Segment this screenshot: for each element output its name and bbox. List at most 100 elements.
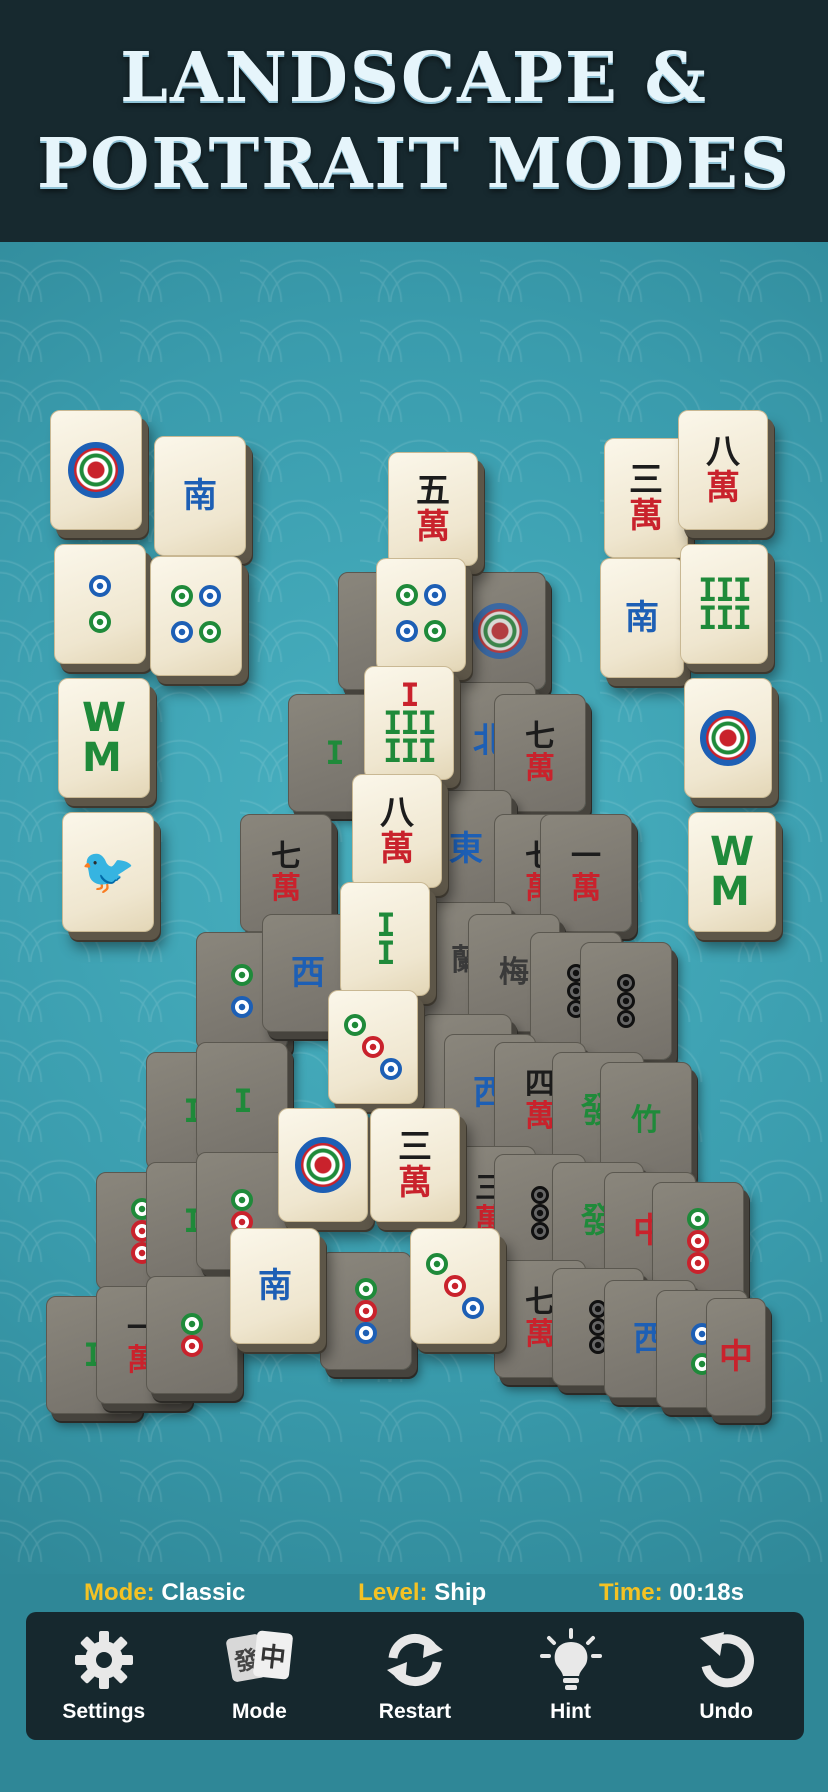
tile-glyph-top: 七: [271, 839, 301, 874]
tile-glyph-bottom: 萬: [416, 507, 450, 547]
tile-free[interactable]: [376, 558, 466, 672]
tile-glyph: I: [376, 934, 395, 972]
circle-icon: [687, 1230, 709, 1252]
tile-glyph-wm: WM: [709, 829, 755, 915]
tile-glyph: 竹: [631, 1103, 661, 1138]
tile-blocked[interactable]: [320, 1252, 412, 1370]
tile-free[interactable]: 八萬: [352, 774, 442, 888]
restart-button[interactable]: Restart: [345, 1612, 485, 1740]
bird-icon: 🐦: [80, 846, 136, 897]
settings-button[interactable]: Settings: [34, 1612, 174, 1740]
tile-free[interactable]: 南: [154, 436, 246, 556]
tile-glyph-top: 四: [525, 1067, 555, 1102]
circle-icon: [231, 996, 253, 1018]
tile-free[interactable]: 南: [600, 558, 684, 678]
tile-glyph-bottom: 萬: [271, 871, 301, 906]
game-board: I I 北 七萬 七萬 東 七萬 一萬 西 蘭 梅 I I 六萬 西 四萬 發 …: [0, 242, 828, 1582]
tile-blocked[interactable]: [146, 1276, 238, 1394]
tile-glyph-bottom: 萬: [629, 496, 663, 536]
four-circles-icon: [171, 585, 221, 647]
tile-free[interactable]: 🐦: [62, 812, 154, 932]
circle-icon: [396, 620, 419, 642]
tile-glyph-top: 一: [571, 839, 601, 874]
circle-icon: [444, 1275, 466, 1297]
circle-icon: [531, 1186, 549, 1204]
mode-label: Mode: [231, 1700, 287, 1723]
circle-icon: [362, 1036, 384, 1058]
tile-free[interactable]: [150, 556, 242, 676]
tile-free[interactable]: [684, 678, 772, 798]
tile-free[interactable]: [50, 410, 142, 530]
tile-glyph: 南: [258, 1266, 292, 1306]
tile-glyph: III: [698, 599, 752, 637]
circle-icon: [171, 585, 194, 607]
tile-free[interactable]: III III: [680, 544, 768, 664]
undo-button[interactable]: Undo: [656, 1612, 796, 1740]
tile-free[interactable]: 三萬: [370, 1108, 460, 1222]
tile-glyph-bottom: 萬: [571, 871, 601, 906]
circle-icon: [617, 1010, 635, 1028]
tile-blocked[interactable]: [580, 942, 672, 1060]
tile-glyph-top: 五: [416, 471, 450, 511]
tile-blocked[interactable]: [454, 572, 546, 690]
circle-icon: [687, 1208, 709, 1230]
tile-glyph-bottom: 萬: [398, 1163, 432, 1203]
mode-button[interactable]: 發 中 Mode: [189, 1612, 329, 1740]
tile-blocked[interactable]: 中: [706, 1298, 766, 1416]
circle-icon: [231, 1189, 253, 1211]
tile-glyph-bottom: 萬: [706, 468, 740, 508]
circle-icon: [198, 621, 221, 643]
tile-glyph-top: 三: [629, 460, 663, 500]
tile-glyph-bottom: 萬: [525, 1317, 555, 1352]
tile-glyph-wm: WM: [81, 695, 127, 781]
tile-free[interactable]: 八萬: [678, 410, 768, 530]
tile-free[interactable]: I III III: [364, 666, 454, 780]
tile-free[interactable]: 南: [230, 1228, 320, 1344]
undo-icon: [694, 1628, 758, 1692]
circle-icon: [171, 621, 194, 643]
one-circle-icon: [472, 603, 528, 659]
tile-free[interactable]: 三萬: [604, 438, 688, 558]
tile-free[interactable]: [278, 1108, 368, 1222]
circle-icon: [396, 584, 419, 606]
tile-glyph: 中: [719, 1337, 753, 1377]
circle-icon: [531, 1204, 549, 1222]
tile-glyph-bottom: 萬: [380, 829, 414, 869]
tile-free[interactable]: 五萬: [388, 452, 478, 566]
banner-title-line-1: LANDSCAPE &: [120, 38, 708, 118]
mode-label: Mode:: [84, 1579, 155, 1606]
restart-label: Restart: [378, 1700, 452, 1723]
undo-label: Undo: [699, 1700, 753, 1723]
tile-glyph: 東: [449, 829, 483, 869]
circle-icon: [380, 1058, 402, 1080]
circle-icon: [355, 1300, 377, 1322]
circle-icon: [198, 585, 221, 607]
tile-free[interactable]: [54, 544, 146, 664]
circle-icon: [462, 1297, 484, 1319]
one-circle-icon: [295, 1137, 351, 1193]
title-banner: LANDSCAPE & PORTRAIT MODES: [0, 0, 828, 242]
circle-icon: [687, 1252, 709, 1274]
tile-glyph: 南: [183, 476, 217, 516]
circle-icon: [181, 1313, 203, 1335]
level-value: Ship: [434, 1579, 487, 1606]
status-bar: Mode: Classic Level: Ship Time: 00:18s: [0, 1574, 828, 1612]
tile-glyph-top: 七: [525, 1285, 555, 1320]
tile-glyph: 南: [625, 598, 659, 638]
circle-icon: [231, 964, 253, 986]
tile-glyph-top: 八: [706, 432, 740, 472]
four-circles-icon: [396, 584, 446, 646]
tile-free[interactable]: WM: [688, 812, 776, 932]
gear-icon: [72, 1628, 136, 1692]
tile-free[interactable]: WM: [58, 678, 150, 798]
circle-icon: [355, 1278, 377, 1300]
tile-glyph: 梅: [499, 955, 529, 990]
tile-free[interactable]: [328, 990, 418, 1104]
hint-button[interactable]: Hint: [501, 1612, 641, 1740]
tile-free[interactable]: [410, 1228, 500, 1344]
circle-icon: [344, 1014, 366, 1036]
circle-icon: [355, 1322, 377, 1344]
tile-blocked[interactable]: I: [196, 1042, 288, 1160]
circle-icon: [181, 1335, 203, 1357]
tile-free[interactable]: II: [340, 882, 430, 996]
